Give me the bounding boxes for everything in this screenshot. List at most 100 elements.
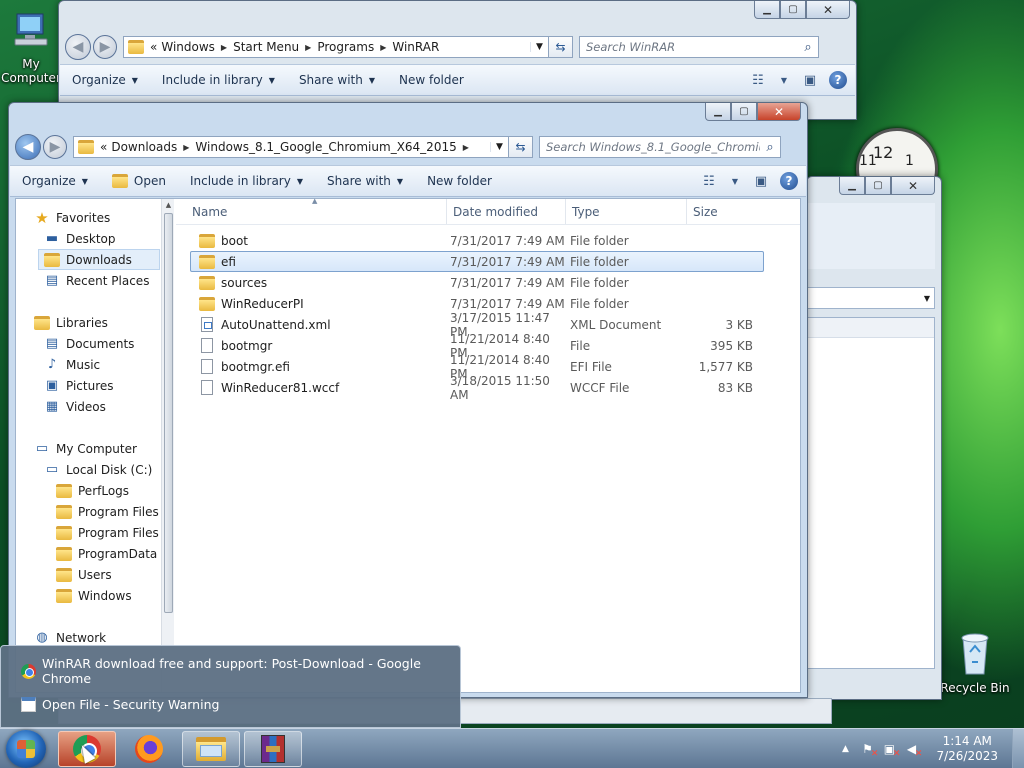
nav-pictures[interactable]: ▣ Pictures: [44, 375, 114, 396]
network-status-icon[interactable]: ▣ ✕: [880, 742, 901, 759]
share-with-button[interactable]: Share with ▼: [287, 73, 387, 87]
open-button[interactable]: Open: [100, 174, 178, 188]
nav-downloads[interactable]: Downloads: [38, 249, 160, 270]
search-box[interactable]: Search WinRAR ⌕: [579, 36, 819, 58]
breadcrumb-start-menu[interactable]: Start Menu: [233, 40, 299, 54]
maximize-button[interactable]: ▢: [865, 177, 891, 195]
nav-recent-places[interactable]: ▤ Recent Places: [44, 270, 150, 291]
column-header-size[interactable]: Size: [687, 199, 763, 224]
search-box[interactable]: Search Windows_8.1_Google_Chromiu... ⌕: [539, 136, 781, 158]
nav-local-disk[interactable]: ▭ Local Disk (C:): [44, 459, 152, 480]
desktop-icon-my-computer[interactable]: My Computer: [0, 8, 62, 85]
view-options-icon[interactable]: ☷: [696, 170, 722, 192]
start-button[interactable]: [6, 730, 46, 768]
nav-program-files[interactable]: Program Files: [56, 501, 159, 522]
show-hidden-icons-icon[interactable]: ▲: [836, 744, 854, 754]
popup-item-security-warning[interactable]: Open File - Security Warning: [21, 694, 219, 714]
chevron-down-icon[interactable]: ▼: [722, 170, 748, 192]
scroll-up-icon[interactable]: ▲: [162, 201, 174, 209]
file-row-efi[interactable]: efi 7/31/2017 7:49 AM File folder: [190, 251, 764, 272]
nav-users[interactable]: Users: [56, 564, 112, 585]
show-desktop-button[interactable]: [1012, 729, 1024, 768]
column-header-type[interactable]: Type: [566, 199, 687, 224]
minimize-button[interactable]: ▁: [839, 177, 865, 195]
popup-item-chrome-window[interactable]: WinRAR download free and support: Post-D…: [21, 656, 460, 686]
include-in-library-button[interactable]: Include in library ▼: [178, 174, 315, 188]
column-header-date-modified[interactable]: Date modified: [447, 199, 566, 224]
file-size: 395 KB: [710, 338, 753, 353]
organize-button[interactable]: Organize ▼: [10, 174, 100, 188]
view-options-icon[interactable]: ☷: [745, 69, 771, 91]
taskbar-app-explorer[interactable]: [182, 731, 240, 767]
file-row-boot[interactable]: boot 7/31/2017 7:49 AM File folder: [190, 230, 764, 251]
file-row-winreducer81[interactable]: WinReducer81.wccf 3/18/2015 11:50 AM WCC…: [190, 374, 764, 402]
maximize-button[interactable]: ▢: [731, 103, 757, 121]
taskbar-app-firefox[interactable]: [120, 731, 178, 767]
breadcrumb-separator-icon[interactable]: ▶: [380, 43, 386, 52]
action-center-icon[interactable]: ⚑ ✕: [858, 742, 878, 759]
nav-music[interactable]: ♪ Music: [44, 354, 100, 375]
minimize-button[interactable]: ▁: [754, 1, 780, 19]
breadcrumb-separator-icon[interactable]: ▶: [463, 143, 469, 152]
help-icon[interactable]: ?: [829, 71, 847, 89]
nav-windows[interactable]: Windows: [56, 585, 132, 606]
refresh-button[interactable]: ⇆: [549, 36, 573, 58]
address-overflow[interactable]: «: [100, 140, 107, 154]
column-header-name[interactable]: ▲ Name: [176, 197, 447, 224]
close-button[interactable]: ✕: [891, 177, 935, 195]
address-overflow[interactable]: «: [150, 40, 157, 54]
address-bar[interactable]: « Downloads ▶ Windows_8.1_Google_Chromium…: [73, 136, 509, 158]
new-folder-button[interactable]: New folder: [415, 174, 504, 188]
help-icon[interactable]: ?: [780, 172, 798, 190]
desktop-icon-recycle-bin[interactable]: Recycle Bin: [940, 630, 1010, 695]
dropdown[interactable]: ▼: [807, 287, 935, 309]
taskbar-app-winrar[interactable]: [244, 731, 302, 767]
scrollbar-thumb[interactable]: [164, 213, 173, 613]
address-dropdown-icon[interactable]: ▼: [530, 42, 548, 52]
background-window[interactable]: ▁ ▢ ✕ ▼: [806, 176, 942, 700]
file-row-sources[interactable]: sources 7/31/2017 7:49 AM File folder: [190, 272, 764, 293]
back-button[interactable]: ◀: [65, 34, 91, 60]
nav-my-computer[interactable]: ▭ My Computer: [34, 438, 137, 459]
taskbar-clock[interactable]: 1:14 AM 7/26/2023: [936, 734, 998, 764]
refresh-button[interactable]: ⇆: [509, 136, 533, 158]
share-with-button[interactable]: Share with ▼: [315, 174, 415, 188]
preview-pane-icon[interactable]: ▣: [748, 170, 774, 192]
breadcrumb-current-folder[interactable]: Windows_8.1_Google_Chromium_X64_2015: [195, 140, 456, 154]
nav-programdata[interactable]: ProgramData: [56, 543, 157, 564]
breadcrumb-programs[interactable]: Programs: [317, 40, 374, 54]
breadcrumb-separator-icon[interactable]: ▶: [183, 143, 189, 152]
navigation-scrollbar[interactable]: ▲: [161, 199, 174, 692]
forward-button[interactable]: ▶: [93, 35, 117, 59]
nav-documents[interactable]: ▤ Documents: [44, 333, 135, 354]
maximize-button[interactable]: ▢: [780, 1, 806, 19]
close-button[interactable]: ✕: [806, 1, 850, 19]
preview-pane-icon[interactable]: ▣: [797, 69, 823, 91]
breadcrumb-separator-icon[interactable]: ▶: [221, 43, 227, 52]
caption-buttons: ▁ ▢ ✕: [705, 103, 801, 121]
search-icon[interactable]: ⌕: [760, 140, 780, 155]
include-in-library-button[interactable]: Include in library ▼: [150, 73, 287, 87]
new-folder-button[interactable]: New folder: [387, 73, 476, 87]
search-icon[interactable]: ⌕: [798, 40, 818, 55]
chevron-down-icon[interactable]: ▼: [771, 69, 797, 91]
nav-perflogs[interactable]: PerfLogs: [56, 480, 129, 501]
forward-button[interactable]: ▶: [43, 135, 67, 159]
address-bar[interactable]: « Windows ▶ Start Menu ▶ Programs ▶ WinRAR …: [123, 36, 549, 58]
nav-program-files-x86[interactable]: Program Files (: [56, 522, 167, 543]
volume-muted-icon[interactable]: ◀ ✕: [902, 742, 923, 759]
back-button[interactable]: ◀: [15, 134, 41, 160]
breadcrumb-winrar[interactable]: WinRAR: [392, 40, 439, 54]
nav-videos[interactable]: ▦ Videos: [44, 396, 106, 417]
address-dropdown-icon[interactable]: ▼: [490, 142, 508, 152]
breadcrumb-separator-icon[interactable]: ▶: [305, 43, 311, 52]
nav-favorites[interactable]: ★ Favorites: [34, 207, 110, 228]
breadcrumb-windows[interactable]: Windows: [161, 40, 215, 54]
explorer-window-downloads[interactable]: ▁ ▢ ✕ ◀ ▶ « Downloads ▶ Windows_8.1_Googl…: [8, 102, 808, 698]
organize-button[interactable]: Organize ▼: [60, 73, 150, 87]
close-button[interactable]: ✕: [757, 103, 801, 121]
minimize-button[interactable]: ▁: [705, 103, 731, 121]
nav-desktop[interactable]: ▬ Desktop: [44, 228, 116, 249]
breadcrumb-downloads[interactable]: Downloads: [111, 140, 177, 154]
nav-libraries[interactable]: Libraries: [34, 312, 108, 333]
